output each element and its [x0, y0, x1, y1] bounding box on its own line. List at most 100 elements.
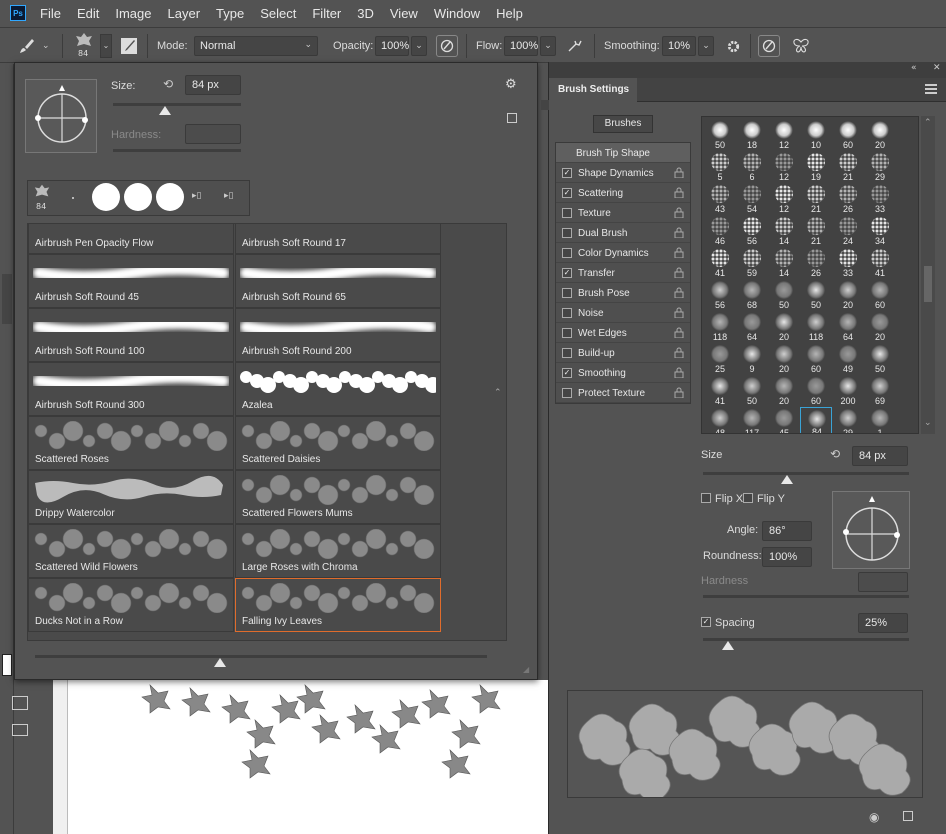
lock-icon[interactable] [674, 287, 684, 299]
brush-preset-tile[interactable]: Airbrush Soft Round 65 [235, 254, 441, 308]
settings-option-checkbox[interactable] [562, 328, 572, 338]
brush-tip[interactable]: 50 [864, 343, 896, 375]
picker-settings-gear-icon[interactable]: ⚙ [505, 77, 517, 92]
brush-tip[interactable]: 68 [736, 279, 768, 311]
brush-tip[interactable]: 69 [864, 375, 896, 407]
brush-tip[interactable]: 84 [800, 407, 832, 433]
brush-tip[interactable]: 64 [736, 311, 768, 343]
smoothing-input[interactable]: 10% [662, 36, 696, 56]
picker-bottom-slider-track[interactable] [35, 655, 487, 658]
brush-preset-tile[interactable]: Drippy Watercolor [28, 470, 234, 524]
brush-preset-tile[interactable]: Ducks Not in a Row [28, 578, 234, 632]
brush-tip[interactable]: 60 [800, 343, 832, 375]
settings-option-checkbox[interactable] [562, 348, 572, 358]
brush-tip[interactable]: 50 [800, 279, 832, 311]
brush-tip[interactable]: 9 [736, 343, 768, 375]
symmetry-butterfly-icon[interactable] [790, 35, 812, 57]
brush-tip[interactable]: 29 [832, 407, 864, 433]
brush-tip[interactable]: 43 [704, 183, 736, 215]
lock-icon[interactable] [674, 367, 684, 379]
brush-tool-icon[interactable] [16, 35, 38, 57]
brush-tip[interactable]: 41 [704, 375, 736, 407]
flow-input[interactable]: 100% [504, 36, 538, 56]
settings-option-checkbox[interactable] [562, 308, 572, 318]
picker-size-slider-thumb[interactable] [159, 106, 172, 115]
settings-option-row[interactable]: Texture [556, 203, 690, 223]
settings-option-row[interactable]: Wet Edges [556, 323, 690, 343]
opacity-input[interactable]: 100% [375, 36, 409, 56]
lock-icon[interactable] [674, 387, 684, 399]
recent-brush-ivy[interactable]: 84 [30, 182, 54, 214]
tip-scroll-thumb[interactable] [924, 266, 932, 302]
brush-tip[interactable]: 12 [768, 151, 800, 183]
recent-brush-bristle-1[interactable]: ▸▯ [192, 191, 206, 205]
tip-scroll-down-icon[interactable]: ⌄ [924, 418, 932, 428]
brush-tip[interactable]: 26 [832, 183, 864, 215]
brush-tip[interactable]: 118 [800, 311, 832, 343]
settings-option-row[interactable]: Build-up [556, 343, 690, 363]
brush-preset-tile[interactable]: Airbrush Soft Round 17 [235, 224, 441, 254]
brush-tip[interactable]: 20 [768, 343, 800, 375]
brush-preset-tile[interactable]: Airbrush Pen Opacity Flow [28, 224, 234, 254]
brush-tip[interactable]: 54 [736, 183, 768, 215]
foreground-color-swatch[interactable] [2, 654, 12, 676]
settings-option-row[interactable]: ✓ Scattering [556, 183, 690, 203]
brush-tip[interactable]: 20 [832, 279, 864, 311]
pressure-size-icon[interactable] [758, 35, 780, 57]
settings-option-row[interactable]: ✓ Shape Dynamics [556, 163, 690, 183]
gear-icon[interactable] [722, 35, 744, 57]
lock-icon[interactable] [674, 247, 684, 259]
tip-scroll-up-icon[interactable]: ⌃ [924, 118, 932, 128]
brush-tip[interactable]: 60 [800, 375, 832, 407]
flip-x-checkbox[interactable] [701, 493, 711, 503]
brush-preset-tile[interactable]: Scattered Flowers Mums [235, 470, 441, 524]
flow-dropdown[interactable]: ⌄ [540, 36, 556, 56]
lock-icon[interactable] [674, 327, 684, 339]
pressure-opacity-icon[interactable] [436, 35, 458, 57]
panel-menu-icon[interactable] [925, 84, 937, 94]
brush-tip[interactable]: 14 [768, 215, 800, 247]
brush-angle-preview[interactable] [25, 79, 97, 153]
spacing-input[interactable]: 25% [858, 613, 908, 633]
picker-size-slider-track[interactable] [113, 103, 241, 106]
recent-brush-hard-round-3[interactable] [156, 183, 184, 211]
brush-tip[interactable]: 56 [704, 279, 736, 311]
settings-option-checkbox[interactable] [562, 388, 572, 398]
brush-preset-tile[interactable]: Airbrush Soft Round 45 [28, 254, 234, 308]
resize-grip-icon[interactable]: ◢ [523, 665, 533, 675]
brush-tip[interactable]: 45 [768, 407, 800, 433]
brush-tip[interactable]: 50 [704, 119, 736, 151]
new-preset-icon[interactable] [507, 113, 517, 123]
brush-tip[interactable]: 21 [800, 215, 832, 247]
close-panel-icon[interactable]: ✕ [933, 63, 941, 73]
brush-tip[interactable]: 26 [800, 247, 832, 279]
brush-tip[interactable]: 60 [832, 119, 864, 151]
tip-grid-scrollbar[interactable]: ⌃ ⌄ [921, 116, 935, 434]
brush-preset-tile[interactable]: Azalea [235, 362, 441, 416]
brush-tip[interactable]: 48 [704, 407, 736, 433]
recent-brush-bristle-2[interactable]: ▸▯ [224, 191, 238, 205]
brush-tip[interactable]: 64 [832, 311, 864, 343]
menu-image[interactable]: Image [115, 6, 151, 21]
brush-tip[interactable]: 6 [736, 151, 768, 183]
brush-tip[interactable]: 12 [768, 119, 800, 151]
brush-tip[interactable]: 59 [736, 247, 768, 279]
settings-option-checkbox[interactable]: ✓ [562, 168, 572, 178]
brush-preset-tile[interactable]: Large Roses with Chroma [235, 524, 441, 578]
settings-option-row[interactable]: Dual Brush [556, 223, 690, 243]
brush-tip[interactable]: 20 [864, 119, 896, 151]
menu-window[interactable]: Window [434, 6, 480, 21]
brush-tip[interactable]: 34 [864, 215, 896, 247]
brush-tip[interactable]: 50 [736, 375, 768, 407]
settings-option-checkbox[interactable] [562, 248, 572, 258]
scroll-up-chevron-icon[interactable]: ⌃ [494, 388, 502, 398]
brush-tip[interactable]: 33 [832, 247, 864, 279]
tip-reset-size-icon[interactable]: ⟲ [830, 447, 840, 461]
toggle-brush-settings-icon[interactable] [118, 35, 140, 57]
brush-preset-dropdown[interactable]: ⌄ [100, 34, 112, 58]
brush-tip[interactable]: 25 [704, 343, 736, 375]
brush-tip[interactable]: 20 [768, 311, 800, 343]
brush-preset-tile[interactable]: Scattered Roses [28, 416, 234, 470]
airbrush-icon[interactable] [564, 35, 586, 57]
settings-option-row[interactable]: Protect Texture [556, 383, 690, 403]
